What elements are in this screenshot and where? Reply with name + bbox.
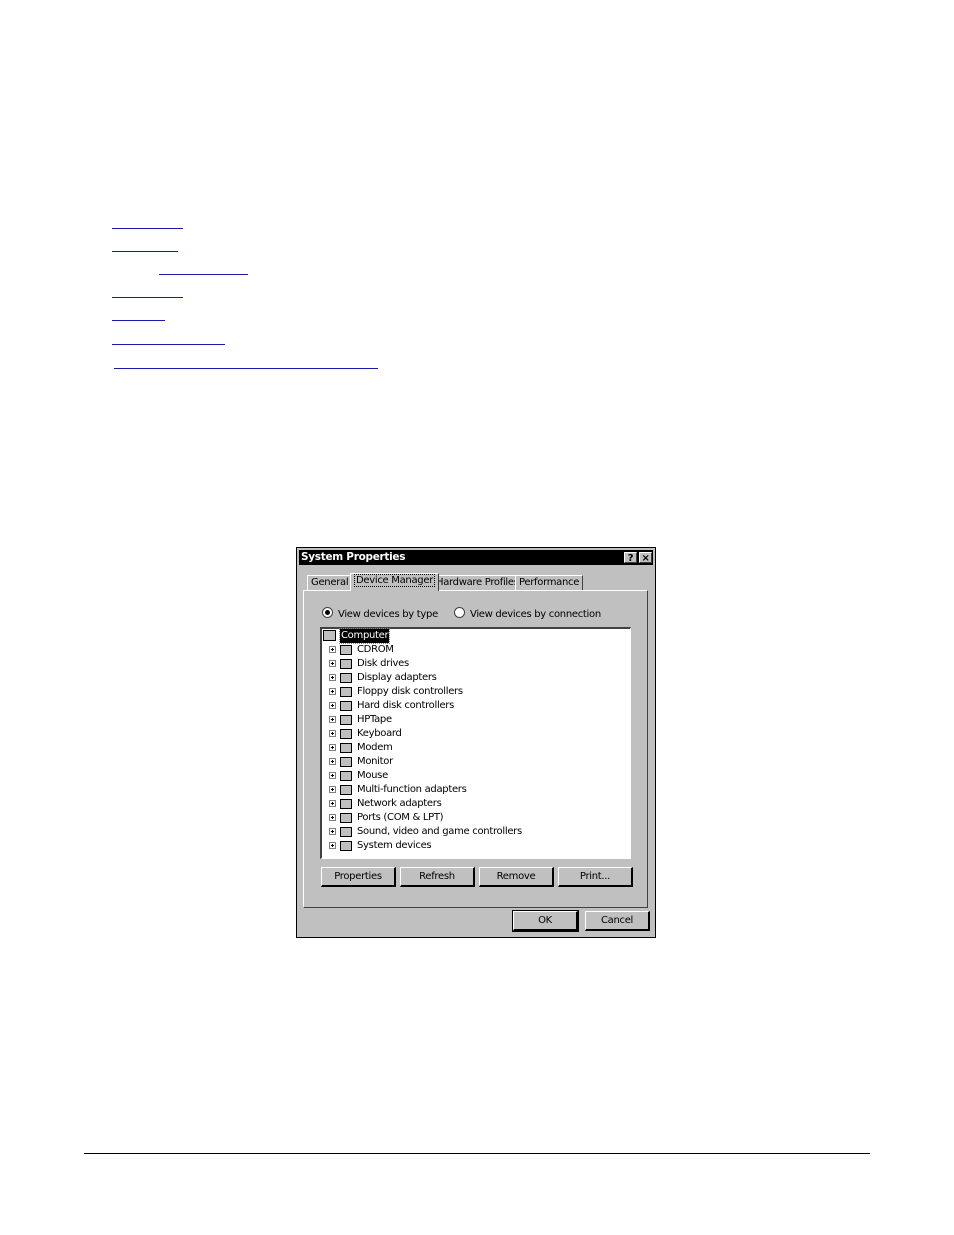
keyboard-icon bbox=[340, 729, 352, 739]
expand-icon[interactable] bbox=[329, 660, 336, 667]
link-7[interactable] bbox=[114, 368, 378, 369]
tree-item-label: Display adapters bbox=[357, 672, 437, 683]
remove-button[interactable]: Remove bbox=[479, 867, 554, 887]
system-properties-dialog: System Properties ? × General Device Man… bbox=[296, 547, 656, 938]
network-icon bbox=[340, 799, 352, 809]
view-by-connection-radio[interactable]: View devices by connection bbox=[454, 607, 601, 620]
tree-item-label: Monitor bbox=[357, 756, 393, 767]
tree-item-label: Floppy disk controllers bbox=[357, 686, 463, 697]
tab-device-manager[interactable]: Device Manager bbox=[350, 573, 440, 591]
tab-performance[interactable]: Performance bbox=[515, 575, 584, 590]
link-6[interactable] bbox=[112, 344, 225, 345]
expand-icon[interactable] bbox=[329, 730, 336, 737]
tree-item-label: Mouse bbox=[357, 770, 388, 781]
tree-item-label: Multi-function adapters bbox=[357, 784, 467, 795]
expand-icon[interactable] bbox=[329, 716, 336, 723]
tree-root-label: Computer bbox=[338, 628, 391, 644]
expand-icon[interactable] bbox=[329, 828, 336, 835]
ok-button[interactable]: OK bbox=[512, 910, 579, 932]
tree-item-label: Modem bbox=[357, 742, 393, 753]
modem-icon bbox=[340, 743, 352, 753]
tab-general[interactable]: General bbox=[307, 575, 353, 590]
computer-icon bbox=[323, 630, 336, 641]
device-tree[interactable]: Computer CDROM Disk drives Display adapt… bbox=[320, 627, 631, 859]
tree-item-label: Disk drives bbox=[357, 658, 409, 669]
adapter-icon bbox=[340, 785, 352, 795]
tree-item-label: Network adapters bbox=[357, 798, 442, 809]
link-2[interactable] bbox=[112, 251, 178, 252]
sound-icon bbox=[340, 827, 352, 837]
controller-icon bbox=[340, 687, 352, 697]
properties-button[interactable]: Properties bbox=[321, 867, 396, 887]
dialog-title: System Properties bbox=[301, 551, 406, 563]
expand-icon[interactable] bbox=[329, 842, 336, 849]
print-button[interactable]: Print... bbox=[558, 867, 633, 887]
close-icon[interactable]: × bbox=[639, 552, 652, 564]
link-3[interactable] bbox=[159, 274, 248, 275]
tree-item-label: HPTape bbox=[357, 714, 392, 725]
link-1[interactable] bbox=[112, 228, 183, 229]
disk-drive-icon bbox=[340, 659, 352, 669]
footer-rule bbox=[84, 1153, 870, 1154]
tree-item-label: Keyboard bbox=[357, 728, 402, 739]
tab-device-manager-label: Device Manager bbox=[354, 574, 436, 587]
expand-icon[interactable] bbox=[329, 702, 336, 709]
tree-item-label: System devices bbox=[357, 840, 432, 851]
expand-icon[interactable] bbox=[329, 674, 336, 681]
cancel-button[interactable]: Cancel bbox=[585, 911, 650, 931]
expand-icon[interactable] bbox=[329, 786, 336, 793]
view-by-type-radio[interactable]: View devices by type bbox=[322, 607, 438, 620]
view-by-type-label: View devices by type bbox=[338, 609, 438, 620]
computer-icon bbox=[340, 841, 352, 851]
expand-icon[interactable] bbox=[329, 814, 336, 821]
expand-icon[interactable] bbox=[329, 800, 336, 807]
help-icon[interactable]: ? bbox=[624, 552, 637, 564]
tree-item-label: Sound, video and game controllers bbox=[357, 826, 522, 837]
link-4[interactable] bbox=[112, 297, 183, 298]
title-bar: System Properties ? × bbox=[299, 550, 653, 565]
expand-icon[interactable] bbox=[329, 758, 336, 765]
monitor-icon bbox=[340, 757, 352, 767]
radio-selected-icon bbox=[322, 607, 333, 618]
expand-icon[interactable] bbox=[329, 744, 336, 751]
expand-icon[interactable] bbox=[329, 688, 336, 695]
cdrom-icon bbox=[340, 645, 352, 655]
tab-hardware-profiles[interactable]: Hardware Profiles bbox=[432, 575, 523, 590]
radio-unselected-icon bbox=[454, 607, 465, 618]
tree-item-label: Ports (COM & LPT) bbox=[357, 812, 444, 823]
tree-item-label: Hard disk controllers bbox=[357, 700, 455, 711]
link-5[interactable] bbox=[112, 320, 165, 321]
display-icon bbox=[340, 673, 352, 683]
expand-icon[interactable] bbox=[329, 772, 336, 779]
controller-icon bbox=[340, 701, 352, 711]
port-icon bbox=[340, 813, 352, 823]
refresh-button[interactable]: Refresh bbox=[400, 867, 475, 887]
expand-icon[interactable] bbox=[329, 646, 336, 653]
view-by-connection-label: View devices by connection bbox=[470, 609, 601, 620]
tree-item-label: CDROM bbox=[357, 644, 394, 655]
mouse-icon bbox=[340, 771, 352, 781]
tape-icon bbox=[340, 715, 352, 725]
